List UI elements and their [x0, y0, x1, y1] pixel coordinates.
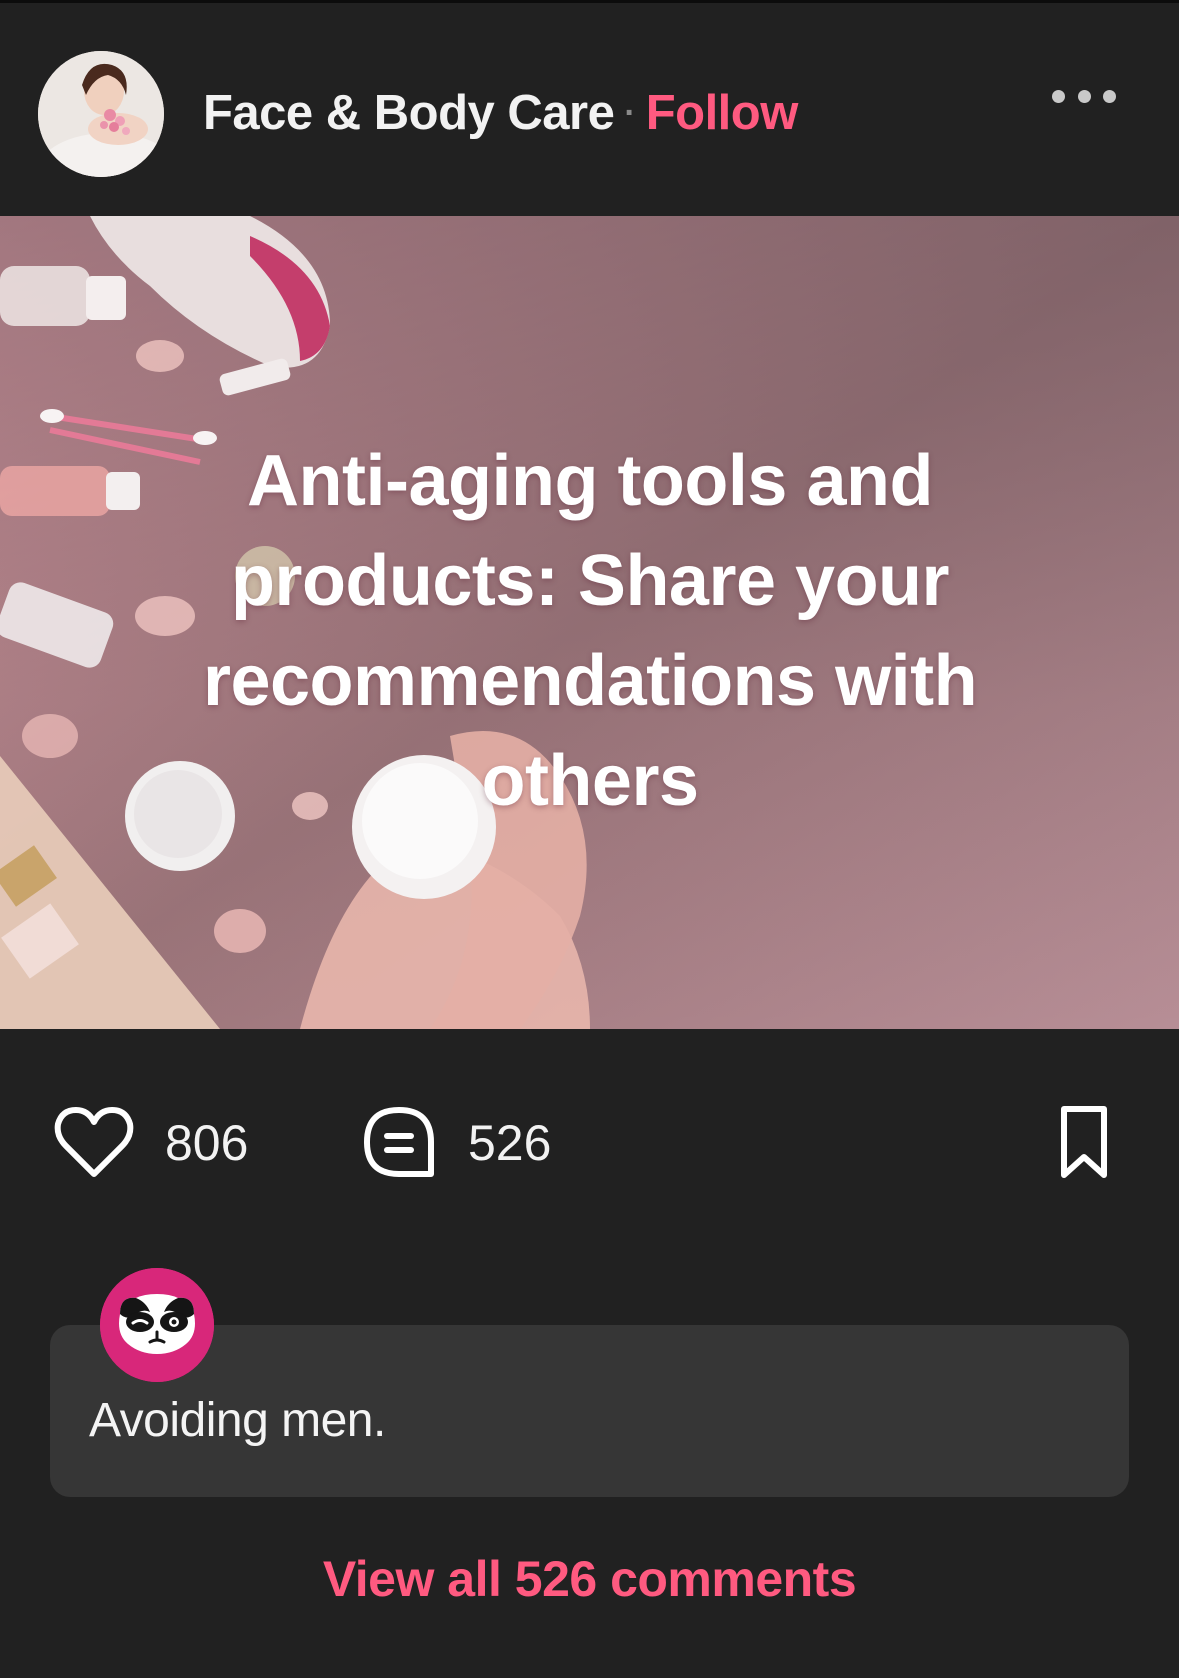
post-title: Anti-aging tools and products: Share you…: [202, 441, 978, 821]
like-count: 806: [165, 1115, 249, 1171]
more-dot: [1077, 89, 1091, 103]
page-avatar-image: [38, 51, 164, 177]
more-dot: [1103, 89, 1116, 103]
post-header: Face & Body Care · Follow: [0, 0, 1179, 215]
header-title-row: Face & Body Care · Follow: [203, 82, 798, 144]
comment-bubble-icon[interactable]: [362, 1105, 436, 1179]
page-name[interactable]: Face & Body Care: [203, 85, 615, 141]
view-all-comments-link[interactable]: View all 526 comments: [0, 1550, 1179, 1608]
commenter-avatar[interactable]: [100, 1268, 214, 1382]
more-dot: [1052, 89, 1065, 103]
heart-icon[interactable]: [54, 1106, 134, 1178]
action-bar: 806 526: [0, 1100, 1179, 1180]
post-hero-image[interactable]: Anti-aging tools and products: Share you…: [0, 216, 1179, 1029]
bookmark-icon[interactable]: [1056, 1105, 1112, 1181]
follow-button[interactable]: Follow: [646, 85, 799, 141]
comment-text: Avoiding men.: [89, 1394, 386, 1447]
separator-dot: ·: [624, 93, 636, 132]
more-options-icon[interactable]: [1052, 84, 1116, 108]
page-avatar[interactable]: [38, 51, 164, 177]
top-comment-card[interactable]: Avoiding men.: [50, 1325, 1129, 1497]
comment-count: 526: [468, 1115, 552, 1171]
panda-avatar-icon: [100, 1268, 214, 1382]
